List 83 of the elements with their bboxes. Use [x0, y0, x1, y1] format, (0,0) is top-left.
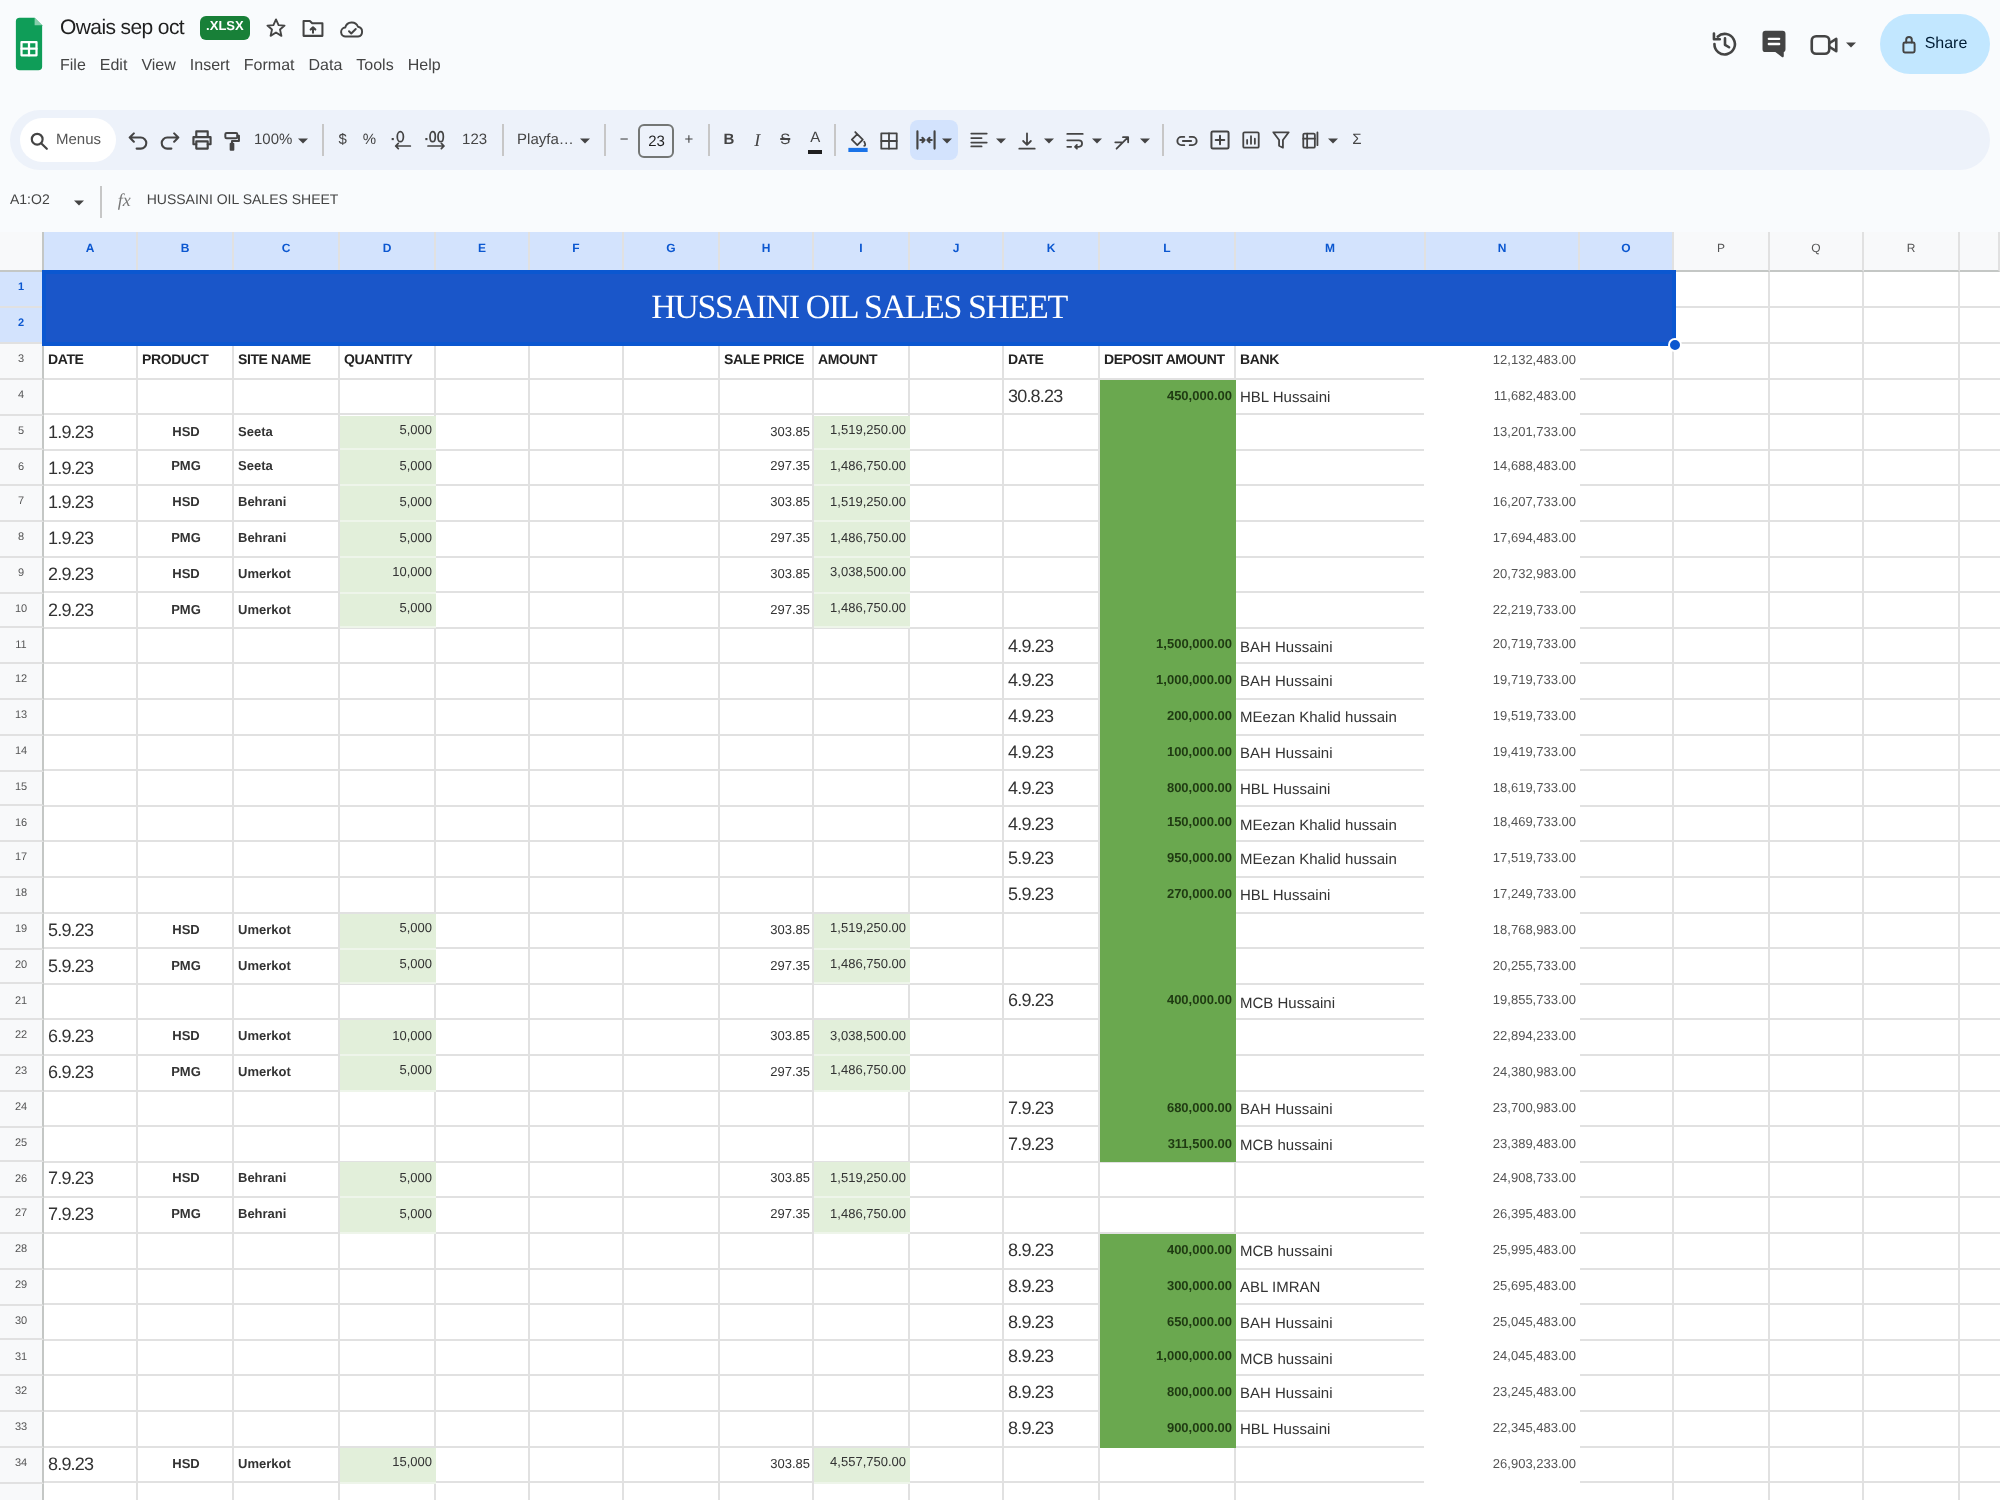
- link-icon[interactable]: [1176, 133, 1199, 147]
- caret-icon: [298, 137, 309, 143]
- table-cell-text: 4.9.23: [1006, 633, 1056, 660]
- table-cell-text: 1.9.23: [46, 419, 96, 446]
- table-cell-text: 7.9.23: [1006, 1131, 1056, 1158]
- table-cell-text: 8.9.23: [1006, 1309, 1056, 1336]
- increase-decimal-icon[interactable]: [424, 130, 449, 150]
- caret-icon[interactable]: [1140, 137, 1151, 143]
- menu-item[interactable]: Insert: [189, 54, 230, 76]
- paint-bucket-icon[interactable]: [848, 129, 869, 151]
- table-cell-text: 8.9.23: [1006, 1238, 1056, 1265]
- table-cell-text: 5.9.23: [46, 917, 96, 944]
- folder-icon[interactable]: [301, 18, 324, 38]
- menu-item[interactable]: File: [60, 54, 86, 76]
- table-cell-text: 8.9.23: [1006, 1416, 1056, 1443]
- table-cell-text: 8.9.23: [1006, 1273, 1056, 1300]
- print-icon[interactable]: [192, 130, 212, 150]
- table-cell-text: 7.9.23: [46, 1166, 96, 1193]
- menu-item[interactable]: Data: [308, 54, 343, 76]
- merge-cells-button[interactable]: [910, 120, 959, 160]
- borders-icon[interactable]: [880, 131, 899, 149]
- comment-icon[interactable]: [1762, 30, 1786, 58]
- caret-icon[interactable]: [1092, 137, 1103, 143]
- table-cell-text: 5.9.23: [1006, 846, 1056, 873]
- italic-button[interactable]: I: [752, 120, 763, 160]
- text-wrap-icon[interactable]: [1066, 131, 1085, 149]
- table-cell-text: 7.9.23: [46, 1202, 96, 1229]
- cloud-icon[interactable]: [339, 19, 364, 37]
- table-cell-text: 1.9.23: [46, 455, 96, 482]
- table-cell-text: 1.9.23: [46, 526, 96, 553]
- text-rotation-icon[interactable]: [1114, 131, 1133, 149]
- table-cell-text: 4.9.23: [1006, 811, 1056, 837]
- table-cell-text: 8.9.23: [46, 1451, 96, 1478]
- table-cell-text: 8.9.23: [1006, 1344, 1056, 1371]
- chart-icon[interactable]: [1242, 130, 1261, 150]
- paint-roller-icon[interactable]: [224, 129, 240, 151]
- table-cell-text: 4.9.23: [1006, 704, 1056, 731]
- redo-icon[interactable]: [160, 131, 180, 149]
- decrease-decimal-icon[interactable]: [390, 130, 413, 150]
- menu-item[interactable]: View: [141, 54, 176, 76]
- video-camera-icon[interactable]: [1810, 33, 1838, 55]
- document-title[interactable]: Owais sep oct: [60, 14, 185, 42]
- table-cell-text: 4.9.23: [1006, 739, 1056, 766]
- search-icon: [30, 131, 48, 149]
- table-cell-text: 4.9.23: [1006, 775, 1056, 802]
- table-cell-text: 2.9.23: [46, 561, 96, 588]
- table-cell-text: 7.9.23: [1006, 1095, 1056, 1122]
- star-icon[interactable]: [265, 18, 286, 38]
- caret-icon[interactable]: [1846, 41, 1856, 47]
- menu-item[interactable]: Edit: [99, 54, 128, 76]
- merge-cells-icon: [916, 130, 937, 150]
- caret-icon[interactable]: [1044, 137, 1055, 143]
- table-cell-text: 8.9.23: [1006, 1380, 1056, 1407]
- table-cell-text: 6.9.23: [46, 1024, 96, 1051]
- table-icon[interactable]: [1302, 130, 1321, 150]
- undo-icon[interactable]: [128, 131, 148, 149]
- caret-icon: [942, 137, 953, 143]
- caret-icon: [73, 199, 84, 205]
- function-label: fx: [117, 188, 131, 215]
- align-left-icon[interactable]: [970, 132, 989, 148]
- table-cell-text: 1.9.23: [46, 490, 96, 517]
- spreadsheet-icon[interactable]: [14, 14, 44, 74]
- filter-icon[interactable]: [1272, 130, 1291, 150]
- table-cell-text: 5.9.23: [1006, 882, 1056, 909]
- menu-item[interactable]: Format: [243, 54, 295, 76]
- caret-icon[interactable]: [996, 137, 1007, 143]
- table-cell-text: 30.8.23: [1006, 383, 1065, 410]
- table-cell-text: 2.9.23: [46, 597, 96, 624]
- caret-icon[interactable]: [1328, 137, 1339, 143]
- table-cell-text: 5.9.23: [46, 953, 96, 980]
- table-cell-text: 4.9.23: [1006, 668, 1056, 695]
- sheet-title: HUSSAINI OIL SALES SHEET: [651, 289, 1067, 327]
- menu-item[interactable]: Help: [407, 54, 441, 76]
- history-icon[interactable]: [1712, 30, 1738, 58]
- caret-icon: [579, 137, 590, 143]
- fill-handle[interactable]: [1668, 338, 1682, 352]
- table-cell-text: 6.9.23: [1006, 988, 1056, 1015]
- align-bottom-icon[interactable]: [1018, 131, 1037, 149]
- share-button[interactable]: Share: [1880, 14, 1990, 74]
- table-cell-text: 6.9.23: [46, 1060, 96, 1087]
- menu-item[interactable]: Tools: [356, 54, 394, 76]
- lock-icon: [1902, 34, 1917, 54]
- add-comment-icon[interactable]: [1210, 130, 1231, 150]
